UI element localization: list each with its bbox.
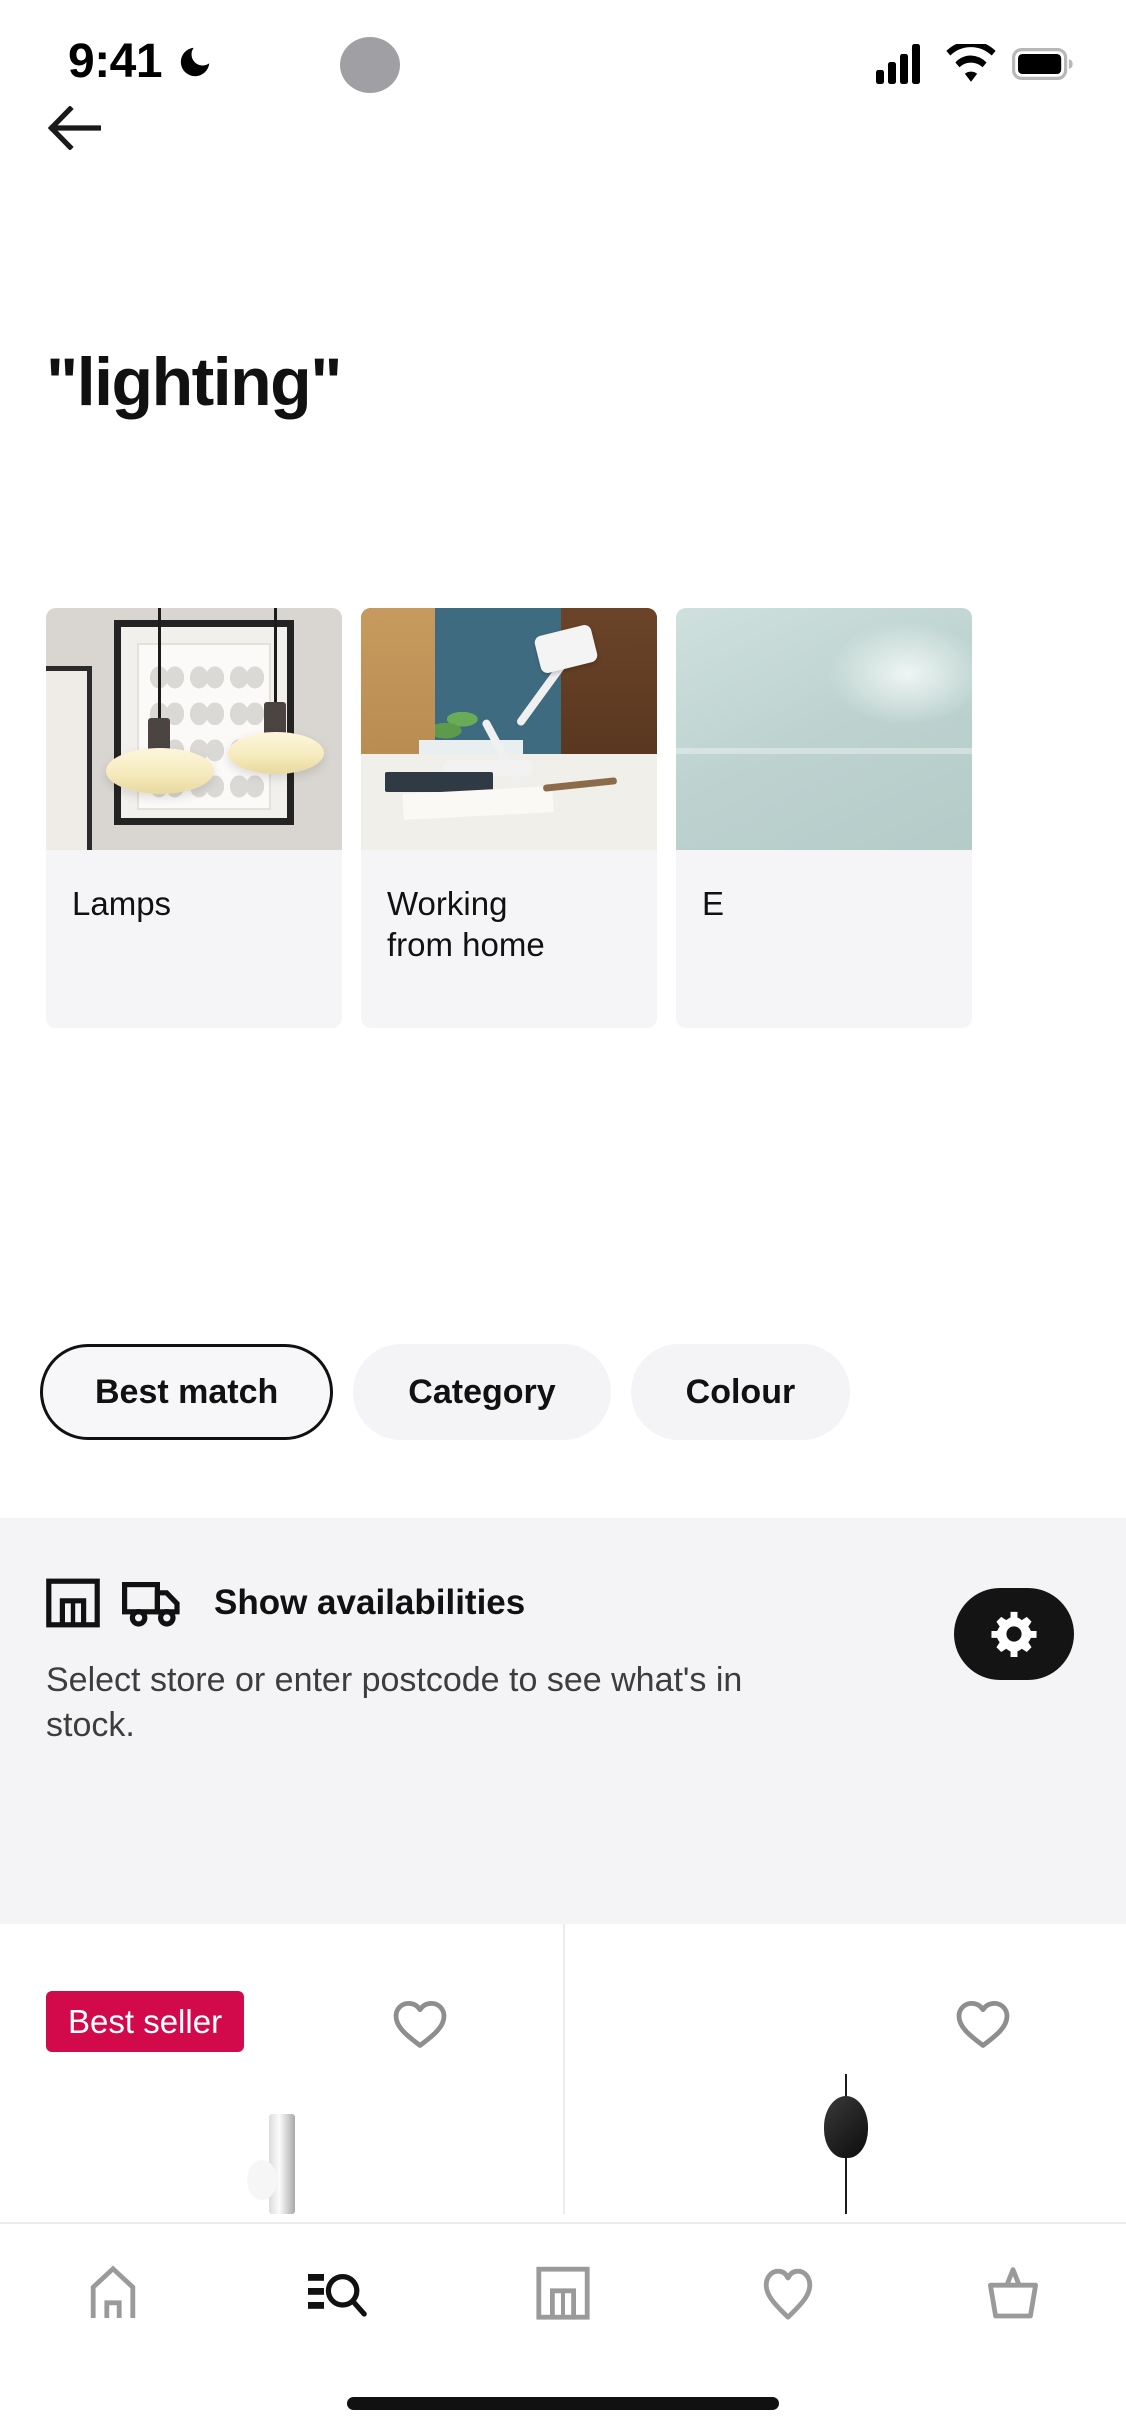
category-card-lamps[interactable]: Lamps [46, 608, 342, 1028]
filter-chip-best-match[interactable]: Best match [40, 1344, 334, 1440]
search-list-icon [307, 2273, 367, 2317]
product-tile[interactable] [563, 1924, 1126, 2214]
category-card-label: E [702, 885, 725, 922]
status-bar: 9:41 [0, 0, 1126, 130]
availability-settings-button[interactable] [954, 1588, 1074, 1680]
availability-header: Show availabilities [46, 1576, 1080, 1630]
availability-description: Select store or enter postcode to see wh… [46, 1661, 743, 1745]
page-title: "lighting" [46, 344, 342, 420]
app-screen: 9:41 "lighting" Lamps Working from home … [0, 0, 1126, 2436]
heart-outline-icon [956, 2001, 1010, 2048]
category-card-working-from-home[interactable]: Working from home [361, 608, 657, 1028]
status-right-group [876, 44, 1074, 84]
status-badge: Best seller [46, 1991, 245, 2052]
product-tile[interactable]: Best seller [0, 1924, 563, 2214]
favourite-button[interactable] [389, 1992, 451, 2054]
category-card-image [361, 608, 657, 850]
category-card-image [676, 608, 972, 850]
delivery-truck-icon [122, 1581, 180, 1627]
nav-item-search[interactable] [225, 2224, 450, 2362]
product-grid: Best seller [0, 1924, 1126, 2214]
filter-chip-row[interactable]: Best match Category Colour [0, 1344, 1126, 1486]
category-card-label-line2: from home [387, 925, 545, 963]
nav-item-home[interactable] [0, 2224, 225, 2362]
battery-full-icon [1012, 48, 1073, 80]
status-time: 9:41 [68, 35, 163, 88]
category-card-carousel[interactable]: Lamps Working from home E [0, 608, 1126, 1028]
product-image [565, 2074, 1126, 2214]
availability-banner: Show availabilities Select store or ente… [0, 1518, 1126, 1924]
nav-item-stores[interactable] [450, 2224, 675, 2362]
product-image [0, 2074, 563, 2214]
basket-icon [988, 2267, 1039, 2319]
category-card-label: Working from home [361, 850, 657, 965]
store-icon [46, 1578, 100, 1628]
status-left-group: 9:41 [68, 38, 214, 86]
heart-outline-icon [764, 2268, 813, 2320]
home-indicator [347, 2397, 779, 2410]
back-button[interactable] [42, 96, 106, 160]
filter-chip-category[interactable]: Category [353, 1344, 611, 1440]
arrow-left-icon [47, 106, 101, 150]
home-icon [90, 2265, 135, 2318]
category-card-image [46, 608, 342, 850]
category-card-partial[interactable]: E [676, 608, 972, 1028]
heart-outline-icon [393, 2001, 447, 2048]
filter-chip-colour[interactable]: Colour [630, 1344, 851, 1440]
category-card-label-line1: Working [387, 885, 508, 922]
moon-icon [180, 47, 210, 77]
category-card-label: Lamps [72, 885, 172, 922]
availability-title: Show availabilities [214, 1583, 526, 1622]
store-icon [536, 2266, 590, 2320]
favourite-button[interactable] [952, 1992, 1014, 2054]
camera-cutout [340, 37, 400, 93]
wifi-icon [946, 44, 996, 82]
gear-icon [991, 1611, 1037, 1657]
nav-item-favourites[interactable] [676, 2224, 901, 2362]
cellular-signal-icon [876, 44, 920, 84]
nav-item-basket[interactable] [901, 2224, 1126, 2362]
bottom-navigation-bar [0, 2222, 1126, 2362]
